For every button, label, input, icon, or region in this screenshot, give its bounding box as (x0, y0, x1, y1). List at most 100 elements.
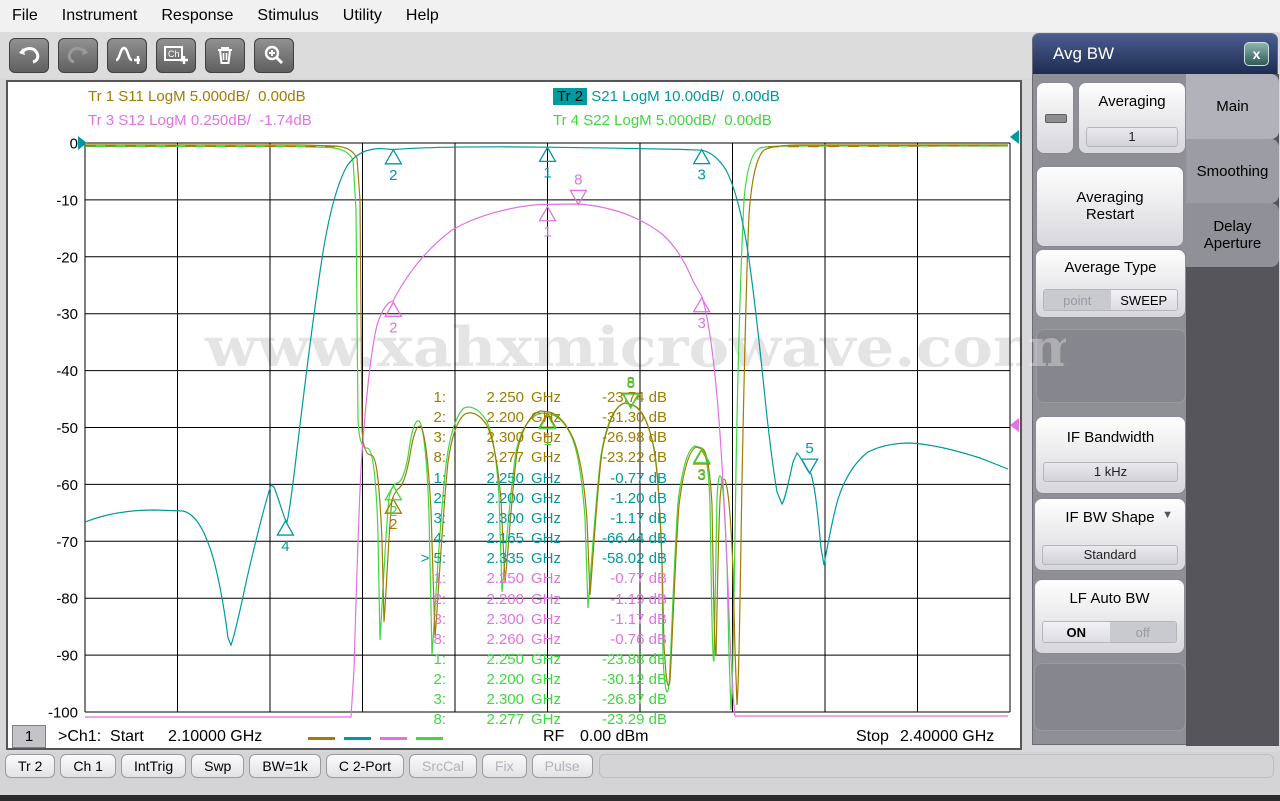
marker-row: 2: 2.200 GHz -1.19 dB (400, 590, 670, 610)
marker-cell: 3: (433, 691, 446, 709)
marker-glyph-tr2-4[interactable] (276, 519, 295, 536)
average-type-toggle[interactable]: point SWEEP (1043, 289, 1178, 311)
marker-cell: GHz (531, 449, 561, 467)
averaging-value[interactable]: 1 (1086, 127, 1178, 147)
lf-auto-bw-on[interactable]: ON (1043, 622, 1110, 642)
marker-row: 3: 2.300 GHz -26.87 dB (400, 690, 670, 710)
close-icon[interactable]: x (1244, 42, 1269, 66)
marker-cell: 2.300 (486, 691, 524, 709)
y-tick: -80 (56, 591, 78, 608)
ref-arrow-left-tr2[interactable] (78, 136, 87, 150)
marker-cell: -1.17 dB (610, 610, 667, 628)
marker-row: 1: 2.250 GHz -23.88 dB (400, 650, 670, 670)
average-type-sweep[interactable]: SWEEP (1110, 290, 1177, 310)
bottom-button-c-2-port[interactable]: C 2-Port (325, 754, 404, 778)
marker-cell: -0.76 dB (610, 630, 667, 648)
menu-instrument[interactable]: Instrument (50, 7, 150, 25)
menu-file[interactable]: File (0, 7, 50, 25)
y-axis-labels: 0 -10 -20 -30 -40 -50 -60 -70 -80 -90 -100 (48, 136, 78, 722)
bottom-button-tr-2[interactable]: Tr 2 (5, 754, 56, 778)
marker-cell: GHz (531, 550, 561, 568)
marker-cell: 2: (433, 489, 446, 507)
bottom-button-bw-1k[interactable]: BW=1k (249, 754, 321, 778)
y-tick: -90 (56, 648, 78, 665)
averaging-led-indicator (1045, 114, 1067, 123)
start-frequency[interactable]: 2.10000 GHz (168, 728, 262, 746)
marker-cell: 2.300 (486, 429, 524, 447)
marker-row: 3: 2.300 GHz -1.17 dB (400, 509, 670, 529)
ref-arrow-right-tr3[interactable] (1010, 418, 1019, 432)
tab-delay-aperture[interactable]: Delay Aperture (1186, 203, 1279, 267)
zoom-button[interactable] (254, 37, 294, 73)
bottom-button-inttrig[interactable]: IntTrig (120, 754, 187, 778)
rf-power[interactable]: 0.00 dBm (580, 728, 648, 746)
marker-cell: 2.250 (486, 469, 524, 487)
marker-glyph-tr3-8[interactable] (569, 189, 588, 206)
marker-row: 8: 2.260 GHz -0.76 dB (400, 630, 670, 650)
marker-cell: GHz (531, 570, 561, 588)
undo-button[interactable] (9, 37, 49, 73)
tab-smoothing[interactable]: Smoothing (1186, 139, 1279, 203)
menu-stimulus[interactable]: Stimulus (245, 7, 330, 25)
average-type-button[interactable]: Average Type point SWEEP (1035, 249, 1186, 318)
averaging-restart-button[interactable]: Averaging Restart (1036, 166, 1184, 247)
averaging-toggle-button[interactable] (1036, 82, 1074, 154)
marker-glyph-tr3-3[interactable] (692, 296, 711, 313)
if-bw-shape-value[interactable]: Standard (1042, 545, 1178, 565)
y-tick: -40 (56, 363, 78, 380)
marker-number: 2 (389, 319, 397, 336)
marker-cell: GHz (531, 509, 561, 527)
bottom-button-swp[interactable]: Swp (191, 754, 245, 778)
add-channel-button[interactable]: Ch (156, 37, 196, 73)
trash-icon (214, 44, 236, 66)
y-tick: -50 (56, 420, 78, 437)
marker-cell: GHz (531, 530, 561, 548)
tab-main[interactable]: Main (1186, 74, 1279, 139)
marker-cell: GHz (531, 489, 561, 507)
channel-start-label: >Ch1: Start (58, 728, 144, 745)
marker-cell: 2.250 (486, 570, 524, 588)
lf-auto-bw-toggle[interactable]: ON off (1042, 621, 1177, 643)
marker-cell: 2: (433, 590, 446, 608)
marker-row: 2: 2.200 GHz -31.30 dB (400, 408, 670, 428)
marker-cell: 2.200 (486, 671, 524, 689)
averaging-button[interactable]: Averaging 1 (1078, 82, 1186, 154)
channel-number-box[interactable]: 1 (12, 725, 46, 748)
menu-bar: File Instrument Response Stimulus Utilit… (0, 0, 1280, 32)
menu-utility[interactable]: Utility (331, 7, 394, 25)
marker-cell: -0.77 dB (610, 469, 667, 487)
marker-cell: 1: (433, 570, 446, 588)
if-bandwidth-value[interactable]: 1 kHz (1043, 462, 1178, 482)
marker-cell: -31.30 dB (601, 409, 667, 427)
lf-auto-bw-button[interactable]: LF Auto BW ON off (1034, 579, 1185, 654)
bottom-button-srccal: SrcCal (408, 754, 477, 778)
ref-arrow-right-tr2[interactable] (1010, 130, 1019, 144)
delete-button[interactable] (205, 37, 245, 73)
bottom-button-ch-1[interactable]: Ch 1 (60, 754, 116, 778)
panel-title-bar[interactable]: Avg BW x (1033, 34, 1277, 74)
rf-label: RF (543, 728, 565, 745)
lf-auto-bw-off[interactable]: off (1109, 622, 1176, 642)
bottom-strip (0, 780, 1280, 795)
bottom-edge (0, 795, 1280, 801)
marker-cell: -66.44 dB (601, 530, 667, 548)
marker-row: > 5: 2.335 GHz -58.02 dB (400, 549, 670, 569)
if-bandwidth-button[interactable]: IF Bandwidth 1 kHz (1035, 416, 1186, 494)
average-type-point[interactable]: point (1044, 290, 1111, 310)
y-tick: -20 (56, 249, 78, 266)
marker-cell: -1.17 dB (610, 509, 667, 527)
marker-number: 3 (697, 167, 705, 184)
marker-glyph-tr2-2[interactable] (384, 148, 403, 165)
menu-help[interactable]: Help (394, 7, 451, 25)
stop-frequency[interactable]: 2.40000 GHz (900, 728, 994, 746)
add-trace-button[interactable] (107, 37, 147, 73)
redo-button (58, 37, 98, 73)
marker-glyph-tr2-5[interactable] (800, 458, 819, 475)
marker-row: 2: 2.200 GHz -1.20 dB (400, 489, 670, 509)
marker-cell: GHz (531, 389, 561, 406)
marker-cell: -1.20 dB (610, 489, 667, 507)
if-bw-shape-button[interactable]: IF BW Shape ▼ Standard (1034, 498, 1186, 571)
menu-response[interactable]: Response (149, 7, 245, 25)
y-tick: -70 (56, 534, 78, 551)
marker-cell: 2.277 (486, 711, 524, 729)
